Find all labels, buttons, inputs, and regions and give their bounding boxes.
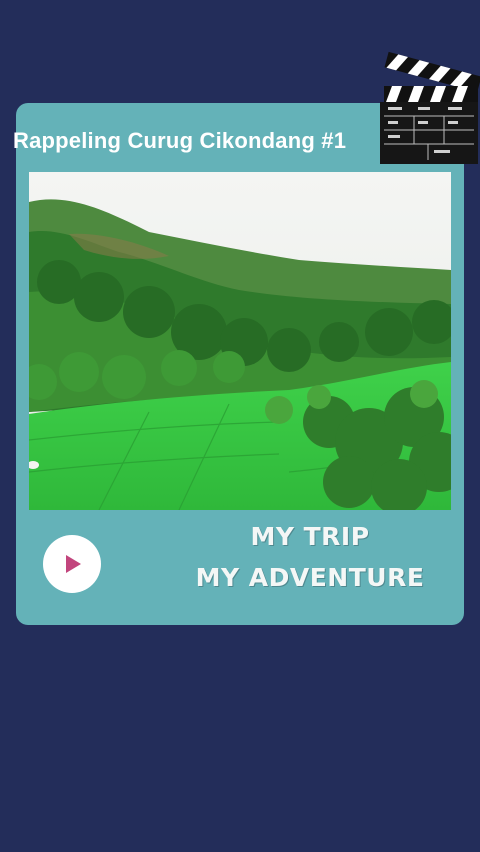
tagline-line-1: MY TRIP: [250, 522, 370, 551]
play-icon: [66, 555, 81, 573]
landscape-photo[interactable]: [29, 172, 451, 510]
clapperboard-icon: [378, 44, 480, 170]
rice-field-hills-image: [29, 172, 451, 510]
post-title: Rappeling Curug Cikondang #1: [13, 128, 347, 153]
play-button[interactable]: [43, 535, 101, 593]
tagline-line-2: MY ADVENTURE: [195, 563, 425, 592]
